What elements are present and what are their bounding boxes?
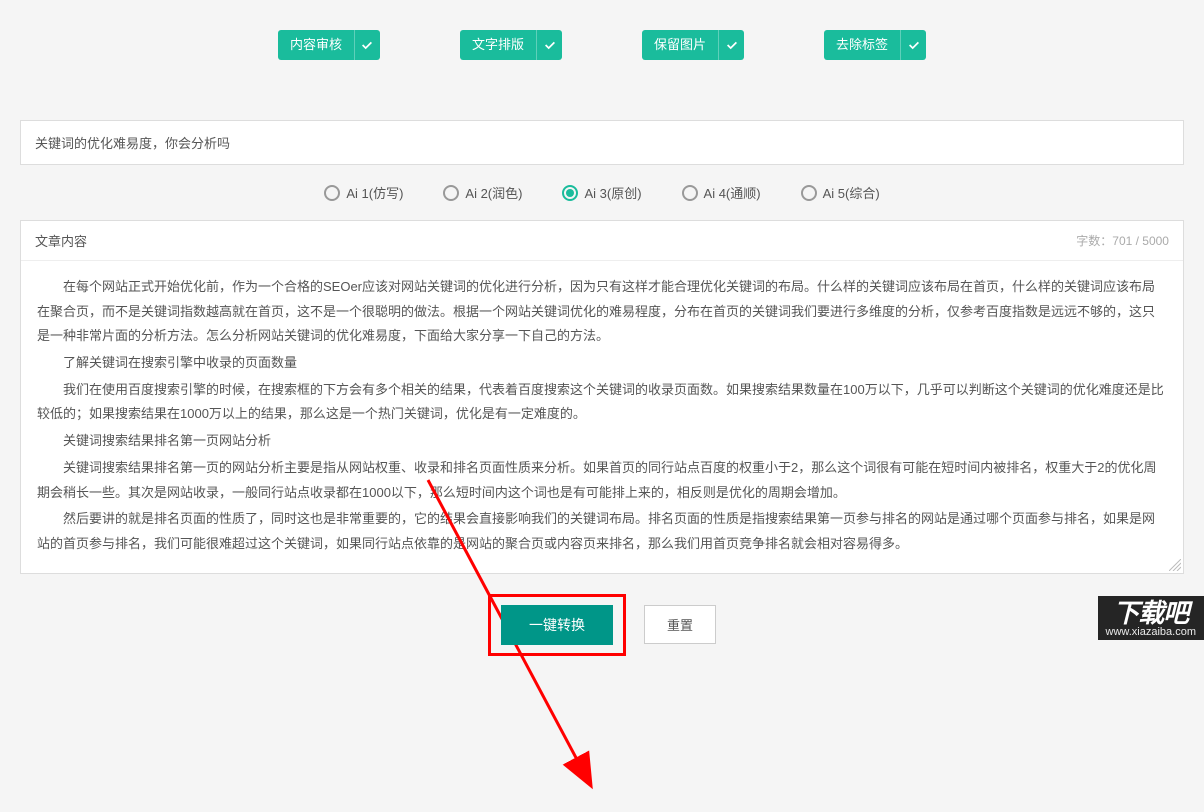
content-review-label: 内容审核 bbox=[278, 30, 354, 60]
check-icon bbox=[536, 30, 562, 60]
watermark-url: www.xiazaiba.com bbox=[1106, 626, 1196, 638]
keep-image-label: 保留图片 bbox=[642, 30, 718, 60]
highlight-annotation: 一键转换 bbox=[488, 594, 626, 656]
ai-option-3-label: Ai 3(原创) bbox=[584, 183, 641, 202]
ai-option-1-label: Ai 1(仿写) bbox=[346, 183, 403, 202]
remove-tag-label: 去除标签 bbox=[824, 30, 900, 60]
keep-image-button[interactable]: 保留图片 bbox=[642, 30, 744, 60]
remove-tag-button[interactable]: 去除标签 bbox=[824, 30, 926, 60]
content-textarea[interactable]: 在每个网站正式开始优化前，作为一个合格的SEOer应该对网站关键词的优化进行分析… bbox=[21, 261, 1183, 573]
check-icon bbox=[354, 30, 380, 60]
ai-option-2[interactable]: Ai 2(润色) bbox=[443, 183, 522, 202]
content-review-button[interactable]: 内容审核 bbox=[278, 30, 380, 60]
radio-icon bbox=[443, 185, 459, 201]
paragraph: 在每个网站正式开始优化前，作为一个合格的SEOer应该对网站关键词的优化进行分析… bbox=[37, 275, 1167, 349]
ai-option-2-label: Ai 2(润色) bbox=[465, 183, 522, 202]
radio-icon bbox=[324, 185, 340, 201]
paragraph: 我们在使用百度搜索引擎的时候，在搜索框的下方会有多个相关的结果，代表着百度搜索这… bbox=[37, 378, 1167, 427]
word-count: 字数：701 / 5000 bbox=[1076, 232, 1169, 249]
paragraph: 然后要讲的就是排名页面的性质了，同时这也是非常重要的，它的结果会直接影响我们的关… bbox=[37, 507, 1167, 556]
radio-icon bbox=[801, 185, 817, 201]
check-icon bbox=[900, 30, 926, 60]
content-panel: 文章内容 字数：701 / 5000 在每个网站正式开始优化前，作为一个合格的S… bbox=[20, 220, 1184, 574]
options-row: 内容审核 文字排版 保留图片 去除标签 bbox=[20, 30, 1184, 60]
convert-button[interactable]: 一键转换 bbox=[501, 605, 613, 645]
paragraph: 关键词搜索结果排名第一页网站分析 bbox=[37, 429, 1167, 454]
ai-options-group: Ai 1(仿写) Ai 2(润色) Ai 3(原创) Ai 4(通顺) Ai 5… bbox=[20, 183, 1184, 202]
radio-icon-selected bbox=[562, 185, 578, 201]
ai-option-1[interactable]: Ai 1(仿写) bbox=[324, 183, 403, 202]
watermark: 下载吧 www.xiazaiba.com bbox=[1098, 596, 1204, 640]
ai-option-4-label: Ai 4(通顺) bbox=[704, 183, 761, 202]
title-input[interactable]: 关键词的优化难易度，你会分析吗 bbox=[20, 120, 1184, 165]
ai-option-4[interactable]: Ai 4(通顺) bbox=[682, 183, 761, 202]
check-icon bbox=[718, 30, 744, 60]
text-format-button[interactable]: 文字排版 bbox=[460, 30, 562, 60]
paragraph: 了解关键词在搜索引擎中收录的页面数量 bbox=[37, 351, 1167, 376]
action-row: 一键转换 重置 bbox=[20, 594, 1184, 656]
reset-button[interactable]: 重置 bbox=[644, 605, 716, 644]
content-panel-title: 文章内容 bbox=[35, 231, 87, 250]
text-format-label: 文字排版 bbox=[460, 30, 536, 60]
ai-option-5[interactable]: Ai 5(综合) bbox=[801, 183, 880, 202]
ai-option-3[interactable]: Ai 3(原创) bbox=[562, 183, 641, 202]
ai-option-5-label: Ai 5(综合) bbox=[823, 183, 880, 202]
watermark-brand: 下载吧 bbox=[1113, 600, 1188, 626]
radio-icon bbox=[682, 185, 698, 201]
paragraph: 关键词搜索结果排名第一页的网站分析主要是指从网站权重、收录和排名页面性质来分析。… bbox=[37, 456, 1167, 505]
resize-handle-icon[interactable] bbox=[1169, 559, 1181, 571]
